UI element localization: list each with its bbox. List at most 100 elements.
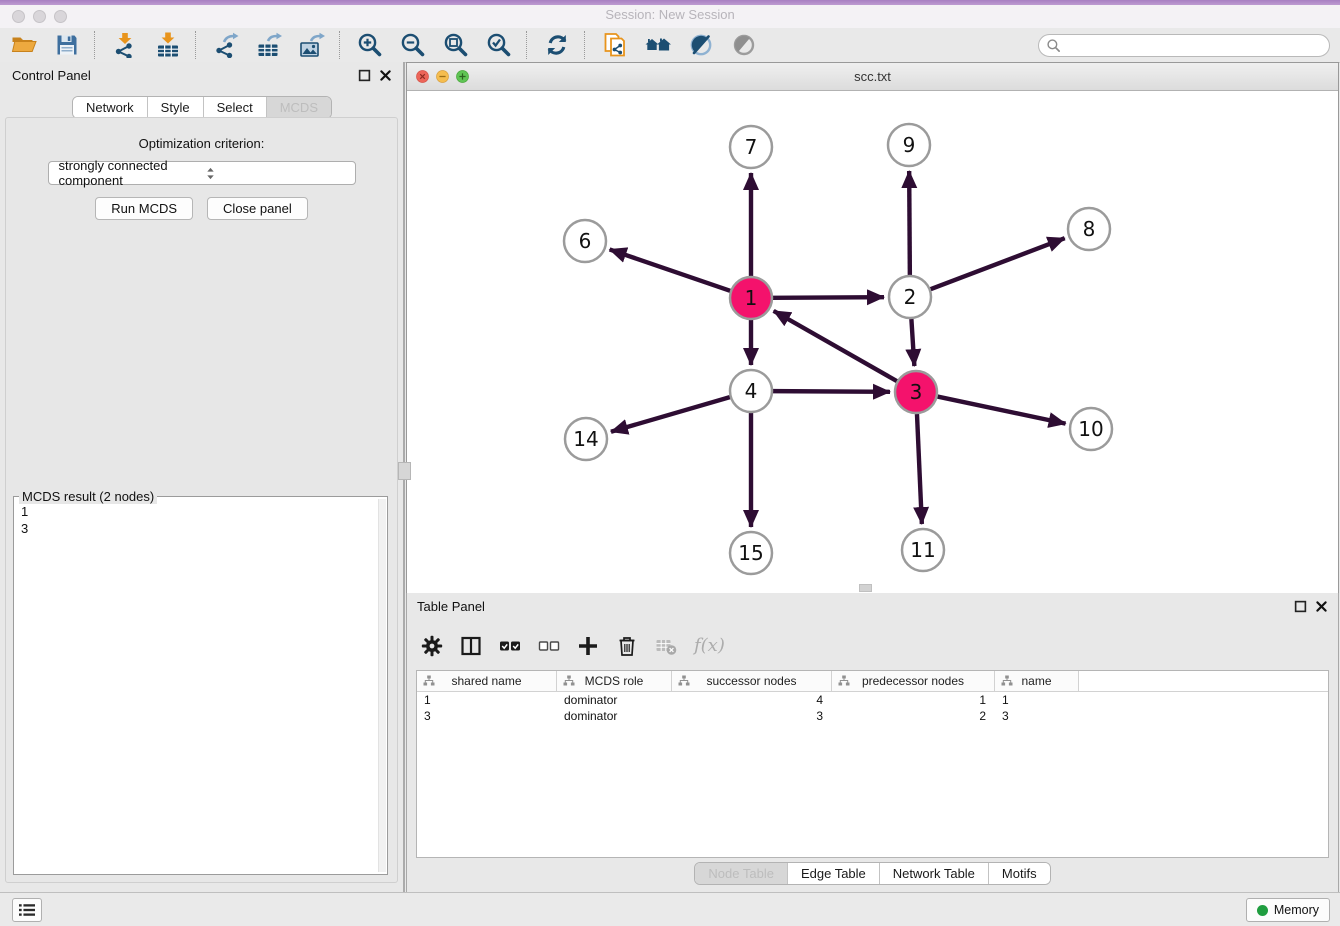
save-icon[interactable] (54, 32, 80, 58)
table-tab-edge-table[interactable]: Edge Table (787, 863, 879, 884)
vizmapper-icon[interactable] (688, 32, 714, 58)
table-row[interactable]: 1dominator411 (417, 692, 1328, 708)
attribute-icon (838, 675, 850, 687)
edge-3-1[interactable] (774, 311, 897, 381)
titlebar-accent (0, 0, 1340, 5)
node-8[interactable]: 8 (1068, 208, 1110, 250)
column-header-predecessor-nodes[interactable]: predecessor nodes (832, 671, 995, 691)
edge-2-3[interactable] (911, 319, 914, 366)
split-handle-horizontal[interactable] (859, 584, 872, 592)
list-icon (17, 902, 37, 918)
column-header-shared-name[interactable]: shared name (417, 671, 557, 691)
column-header-MCDS-role[interactable]: MCDS role (557, 671, 672, 691)
node-15[interactable]: 15 (730, 532, 772, 574)
node-2[interactable]: 2 (889, 276, 931, 318)
table-cell[interactable]: 2 (832, 708, 995, 724)
split-handle-vertical[interactable] (398, 462, 411, 480)
close-panel-button[interactable]: Close panel (207, 197, 308, 220)
table-cell[interactable]: 3 (417, 708, 557, 724)
zoom-selected-icon[interactable] (486, 32, 512, 58)
node-7[interactable]: 7 (730, 126, 772, 168)
delete-column-icon[interactable] (616, 635, 638, 657)
table-row[interactable]: 3dominator323 (417, 708, 1328, 724)
show-panels-button[interactable] (12, 898, 42, 922)
titlebar: Session: New Session (0, 0, 1340, 29)
add-column-icon[interactable] (577, 635, 599, 657)
control-panel: Control Panel NetworkStyleSelectMCDS Opt… (0, 62, 404, 893)
select-all-columns-icon[interactable] (499, 635, 521, 657)
node-4[interactable]: 4 (730, 370, 772, 412)
clone-network-icon[interactable] (602, 32, 628, 58)
control-panel-title: Control Panel (12, 68, 350, 83)
search-input[interactable] (1061, 35, 1329, 56)
table-cell[interactable]: 1 (417, 692, 557, 708)
close-table-panel-icon[interactable] (1315, 600, 1328, 613)
search-box[interactable] (1038, 34, 1330, 57)
edge-4-14[interactable] (611, 397, 730, 432)
unselect-all-columns-icon[interactable] (538, 635, 560, 657)
run-mcds-button[interactable]: Run MCDS (95, 197, 193, 220)
node-1[interactable]: 1 (730, 277, 772, 319)
float-table-panel-icon[interactable] (1294, 600, 1307, 613)
edge-1-2[interactable] (773, 297, 884, 298)
column-header-name[interactable]: name (995, 671, 1079, 691)
table-cell[interactable]: dominator (557, 708, 672, 724)
node-6[interactable]: 6 (564, 220, 606, 262)
tab-style[interactable]: Style (147, 97, 203, 118)
attribute-icon (563, 675, 575, 687)
svg-text:11: 11 (910, 538, 935, 562)
memory-button[interactable]: Memory (1246, 898, 1330, 922)
table-cell[interactable]: 3 (995, 708, 1079, 724)
result-line: 1 (21, 503, 380, 520)
table-tab-node-table[interactable]: Node Table (695, 863, 787, 884)
zoom-fit-icon[interactable] (443, 32, 469, 58)
table-cell[interactable]: 3 (672, 708, 832, 724)
toolbar-separator (94, 31, 95, 59)
home-icon[interactable] (645, 32, 671, 58)
eye-icon[interactable] (731, 32, 757, 58)
table-cell[interactable]: 4 (672, 692, 832, 708)
node-9[interactable]: 9 (888, 124, 930, 166)
edge-3-10[interactable] (938, 397, 1066, 424)
node-10[interactable]: 10 (1070, 408, 1112, 450)
node-table[interactable]: shared nameMCDS rolesuccessor nodesprede… (416, 670, 1329, 858)
export-network-icon[interactable] (213, 32, 239, 58)
mcds-tab-pane: Optimization criterion: strongly connect… (5, 117, 398, 883)
open-folder-icon[interactable] (11, 32, 37, 58)
edge-1-6[interactable] (610, 249, 731, 290)
export-table-icon[interactable] (256, 32, 282, 58)
node-14[interactable]: 14 (565, 418, 607, 460)
zoom-out-icon[interactable] (400, 32, 426, 58)
tab-network[interactable]: Network (73, 97, 147, 118)
table-cell[interactable]: 1 (832, 692, 995, 708)
edge-3-11[interactable] (917, 414, 922, 524)
node-11[interactable]: 11 (902, 529, 944, 571)
edge-4-3[interactable] (773, 391, 890, 392)
table-cell[interactable]: 1 (995, 692, 1079, 708)
column-view-icon[interactable] (460, 635, 482, 657)
optimization-criterion-select[interactable]: strongly connected component (48, 161, 356, 185)
table-tab-network-table[interactable]: Network Table (879, 863, 988, 884)
node-3[interactable]: 3 (895, 371, 937, 413)
network-graph[interactable]: 1 2 3 4 6 7 8 9 10 11 14 15 (407, 91, 1338, 593)
edge-2-8[interactable] (931, 238, 1065, 289)
float-panel-icon[interactable] (358, 69, 371, 82)
network-canvas[interactable]: 1 2 3 4 6 7 8 9 10 11 14 15 (407, 91, 1338, 593)
edge-2-9[interactable] (909, 171, 910, 275)
table-tab-motifs[interactable]: Motifs (988, 863, 1050, 884)
import-table-icon[interactable] (155, 32, 181, 58)
export-image-icon[interactable] (299, 32, 325, 58)
tab-mcds[interactable]: MCDS (266, 97, 331, 118)
zoom-in-icon[interactable] (357, 32, 383, 58)
settings-gear-icon[interactable] (421, 635, 443, 657)
memory-status-dot (1257, 905, 1268, 916)
svg-text:4: 4 (745, 379, 758, 403)
table-cell[interactable]: dominator (557, 692, 672, 708)
import-network-icon[interactable] (112, 32, 138, 58)
column-header-successor-nodes[interactable]: successor nodes (672, 671, 832, 691)
result-scrollbar[interactable] (378, 499, 386, 872)
refresh-icon[interactable] (544, 32, 570, 58)
close-panel-icon[interactable] (379, 69, 392, 82)
delete-table-icon (655, 635, 677, 657)
tab-select[interactable]: Select (203, 97, 266, 118)
